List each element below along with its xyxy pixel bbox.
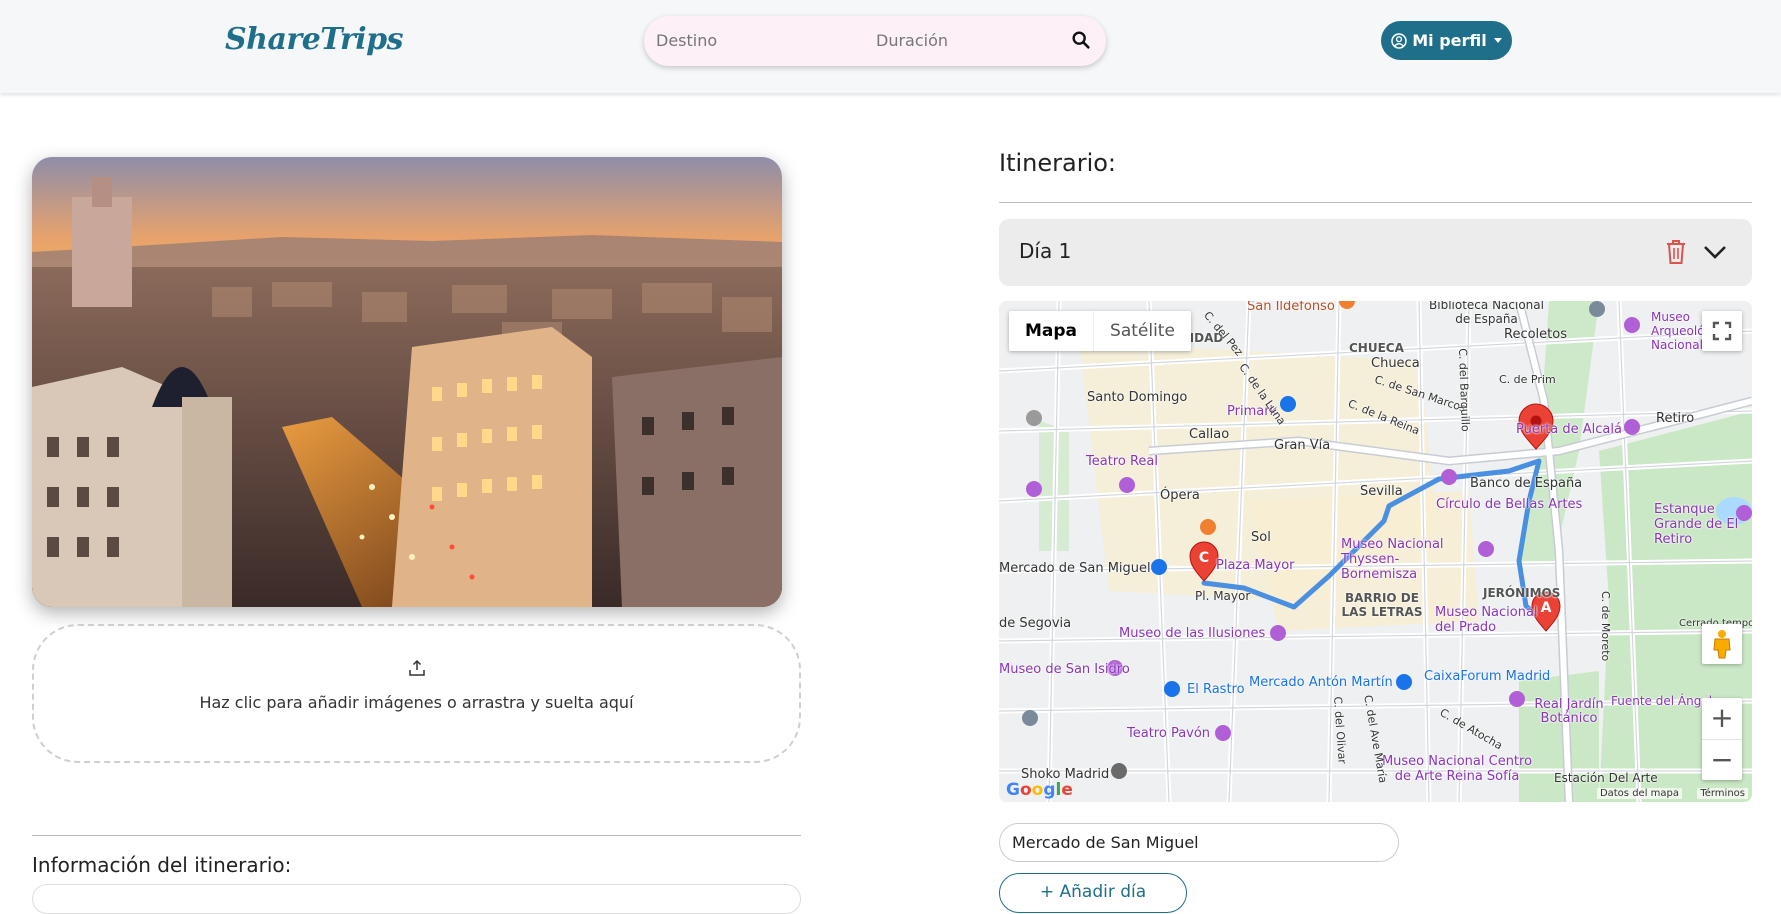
map-label: Teatro Pavón (1127, 726, 1211, 741)
map-label: de Segovia (999, 616, 1072, 631)
map-label: Real Jardín Botánico (1534, 697, 1604, 726)
map-label: Museo de las Ilusiones (1119, 626, 1266, 641)
map-label: Mercado de San Miguel (999, 561, 1151, 576)
place-search-input[interactable]: Mercado de San Miguel (999, 823, 1399, 862)
map-label: Puerta de Alcalá (1516, 422, 1622, 437)
map-label: JERÓNIMOS (1483, 586, 1561, 600)
search-icon[interactable] (1070, 29, 1092, 51)
add-day-button[interactable]: + Añadir día (999, 873, 1187, 913)
map-label: Museo Nacional Centro de Arte Reina Sofí… (1381, 754, 1533, 784)
destination-input[interactable]: Destino (656, 31, 717, 50)
map-label: Círculo de Bellas Artes (1436, 497, 1583, 512)
map-label: Pl. Mayor (1195, 589, 1251, 603)
map-label: Recoletos (1504, 327, 1567, 342)
itinerary-info-field[interactable] (32, 884, 801, 914)
map-label: C. de Moreto (1599, 591, 1612, 662)
map-label: Retiro (1656, 411, 1695, 426)
divider (32, 835, 801, 836)
tab-satellite[interactable]: Satélite (1093, 311, 1191, 351)
itinerary-info-heading: Información del itinerario: (32, 853, 292, 877)
itinerary-cover-image (32, 157, 782, 607)
map-label: Fuente del Ángel (1611, 694, 1713, 708)
map-label: CHUECA (1349, 341, 1404, 355)
zoom-in-button[interactable]: + (1702, 698, 1742, 738)
map-label: Museo de San Isidro (999, 662, 1130, 677)
terms-link[interactable]: Términos (1697, 788, 1748, 799)
map-label: Estanque Grande de El Retiro (1654, 502, 1739, 547)
fullscreen-button[interactable] (1702, 311, 1742, 351)
day-label: Día 1 (1019, 239, 1072, 263)
google-logo: Google (1006, 780, 1073, 800)
street-view-pegman[interactable] (1702, 624, 1742, 664)
search-bar: Destino Duración (644, 16, 1106, 66)
divider (999, 202, 1752, 203)
map-label: Teatro Real (1086, 454, 1158, 469)
trash-icon[interactable] (1664, 238, 1688, 266)
duration-input[interactable]: Duración (876, 31, 948, 50)
map-label: Callao (1189, 427, 1230, 442)
map-type-toggle: Mapa Satélite (1009, 311, 1191, 351)
user-circle-icon (1391, 32, 1407, 49)
profile-label: Mi perfil (1412, 31, 1487, 50)
map-label: Museo Nacional del Prado (1435, 605, 1538, 635)
pegman-icon (1713, 630, 1731, 659)
map-label: Mercado Antón Martín (1249, 675, 1393, 690)
map-label: Plaza Mayor (1216, 558, 1295, 573)
map-label: Sevilla (1360, 484, 1403, 499)
map-label: Banco de España (1470, 476, 1583, 491)
upload-icon (409, 659, 425, 676)
chevron-down-icon (1493, 38, 1502, 43)
map-label: Museo Nacional Thyssen-Bornemisza (1341, 537, 1444, 582)
map-label: BARRIO DE LAS LETRAS (1341, 591, 1423, 619)
map-label: Chueca (1371, 356, 1420, 371)
map-marker-c-label: C (1199, 550, 1209, 566)
map-label: El Rastro (1187, 682, 1245, 697)
image-upload-dropzone[interactable]: Haz clic para añadir imágenes o arrastra… (32, 624, 801, 763)
map-label: Santo Domingo (1087, 390, 1188, 405)
top-navbar: ShareTrips Destino Duración Mi perfil (0, 0, 1781, 93)
route-map[interactable]: A C San Ildefonso Biblioteca Nacional de… (999, 301, 1752, 802)
fullscreen-icon (1712, 321, 1732, 341)
map-label: Sol (1251, 530, 1271, 545)
upload-instructions: Haz clic para añadir imágenes o arrastra… (199, 693, 634, 712)
map-footer: Google Datos del mapa Términos (999, 780, 1752, 802)
map-label: CaixaForum Madrid (1424, 669, 1551, 684)
map-label: San Ildefonso (1247, 301, 1335, 314)
itinerary-heading: Itinerario: (999, 149, 1117, 177)
sharetrips-logo[interactable]: ShareTrips (225, 22, 404, 57)
map-data-link[interactable]: Datos del mapa (1596, 788, 1682, 799)
map-label: Ópera (1160, 488, 1200, 503)
zoom-controls: + − (1702, 698, 1742, 780)
chevron-down-icon[interactable] (1702, 241, 1728, 263)
map-label: Gran Vía (1274, 438, 1331, 453)
profile-dropdown-button[interactable]: Mi perfil (1381, 21, 1512, 60)
zoom-out-button[interactable]: − (1702, 739, 1742, 779)
day-accordion-header[interactable]: Día 1 (999, 219, 1752, 286)
map-label: Biblioteca Nacional de España (1429, 301, 1544, 326)
tab-map[interactable]: Mapa (1009, 311, 1093, 351)
map-label: C. de Prim (1499, 373, 1556, 386)
